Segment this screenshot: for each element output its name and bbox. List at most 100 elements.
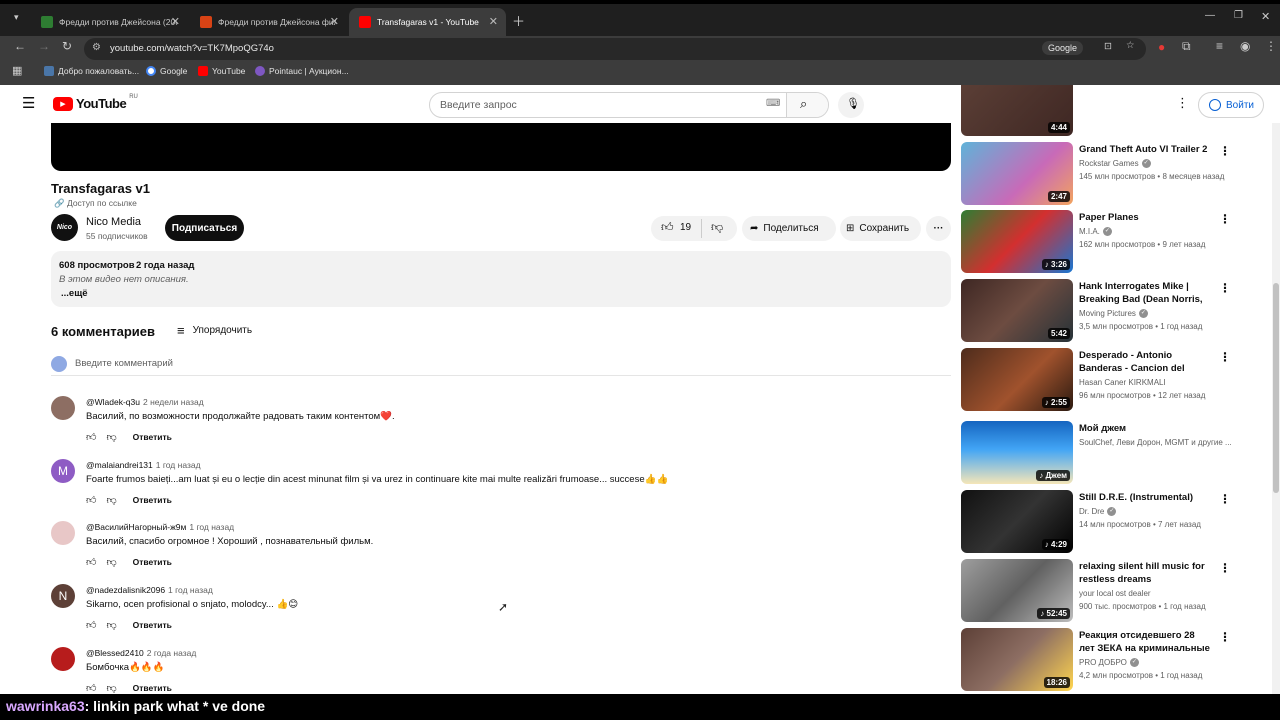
recommendation-item[interactable]: 18:26 Реакция отсидевшего 28 лет ЗЕКА на… [961, 628, 1241, 692]
recommendation-item[interactable]: ♪ 52:45 relaxing silent hill music for r… [961, 559, 1241, 623]
recommendation-item[interactable]: ♪ 3:26 Paper Planes M.I.A. ✓ 162 млн прос… [961, 210, 1241, 274]
close-tab-icon[interactable]: ✕ [489, 15, 498, 28]
more-vertical-icon[interactable]: ⋮ [1219, 281, 1231, 295]
more-vertical-icon[interactable]: ⋮ [1219, 492, 1231, 506]
comment-author[interactable]: @nadezdalisnik2096 [86, 585, 165, 595]
reply-button[interactable]: Ответить [133, 495, 172, 505]
apps-grid-icon[interactable]: ▦ [12, 64, 22, 77]
comment-author[interactable]: @malaiandrei131 [86, 460, 153, 470]
dislike-comment-icon[interactable]: 👎︎ [106, 556, 116, 568]
show-more-link[interactable]: ...ещё [61, 288, 88, 299]
site-info-icon[interactable]: ⚙ [92, 42, 101, 53]
add-comment-row[interactable]: Введите комментарий [51, 356, 951, 376]
address-bar[interactable]: ⚙ youtube.com/watch?v=TK7MpoQG74o Google… [84, 38, 1146, 60]
video-player[interactable] [51, 123, 951, 171]
close-tab-icon[interactable]: ✕ [330, 15, 339, 28]
recommendation-item[interactable]: ♪ 2:55 Desperado - Antonio Banderas - Ca… [961, 348, 1241, 412]
recommendation-item[interactable]: 5:42 Hank Interrogates Mike | Breaking B… [961, 279, 1241, 343]
comment-author[interactable]: @Blessed2410 [86, 648, 144, 658]
more-vertical-icon[interactable]: ⋮ [1219, 212, 1231, 226]
extension-record-icon[interactable]: ● [1158, 40, 1165, 54]
more-vertical-icon[interactable]: ⋮ [1219, 350, 1231, 364]
restore-icon[interactable]: ❐ [1234, 10, 1243, 21]
reply-button[interactable]: Ответить [133, 683, 172, 693]
more-vertical-icon[interactable]: ⋮ [1219, 144, 1231, 158]
comment-time[interactable]: 1 год назад [156, 460, 201, 470]
chrome-menu-icon[interactable]: ⋮ [1265, 39, 1277, 53]
more-actions-button[interactable]: ··· [926, 216, 951, 241]
description-box[interactable]: 608 просмотров 2 года назад В этом видео… [51, 251, 951, 307]
comment-author[interactable]: @ВасилийНагорный-ж9м [86, 522, 186, 532]
subscribe-button[interactable]: Подписаться [165, 215, 244, 241]
forward-icon[interactable]: → [38, 39, 50, 53]
channel-avatar[interactable]: Nico [51, 214, 78, 241]
channel-name[interactable]: Nico Media [86, 216, 141, 228]
extensions-puzzle-icon[interactable]: ⧉ [1182, 39, 1191, 54]
comment-time[interactable]: 1 год назад [189, 522, 234, 532]
bookmark-google[interactable]: Google [146, 66, 187, 76]
keyboard-icon[interactable]: ⌨ [766, 98, 780, 109]
signin-button[interactable]: Войти [1198, 92, 1264, 118]
voice-search-button[interactable]: 🎙 [838, 92, 864, 118]
save-button[interactable]: ⊞ Сохранить [840, 216, 921, 241]
settings-more-icon[interactable]: ⋮ [1176, 95, 1189, 111]
like-comment-icon[interactable]: 👍︎ [86, 619, 96, 631]
reply-button[interactable]: Ответить [133, 432, 172, 442]
tab-search-chevron-icon[interactable]: ▾ [14, 12, 19, 23]
recommendation-item[interactable]: ♪ 4:29 Still D.R.E. (Instrumental) Dr. D… [961, 490, 1241, 554]
profile-icon[interactable]: ◉ [1240, 39, 1250, 53]
close-window-icon[interactable]: ✕ [1261, 10, 1270, 23]
install-icon[interactable]: ⊡ [1104, 41, 1112, 52]
bookmark-youtube[interactable]: YouTube [198, 66, 245, 76]
comment-input[interactable]: Введите комментарий [75, 358, 173, 369]
browser-tab-1[interactable]: Фредди против Джейсона (2003) ✕ [31, 8, 188, 36]
recommendation-partial[interactable]: 4:44 [961, 85, 1241, 137]
browser-tab-2[interactable]: Фредди против Джейсона фильм ✕ [190, 8, 347, 36]
bookmark-vk[interactable]: Добро пожаловать... [44, 66, 139, 76]
comment-avatar[interactable] [51, 396, 75, 420]
reply-button[interactable]: Ответить [133, 557, 172, 567]
page-scrollbar[interactable] [1272, 123, 1280, 694]
youtube-logo[interactable]: ▶ YouTube RU [53, 94, 138, 111]
search-button[interactable]: ⌕ [786, 93, 828, 117]
like-button[interactable]: 👍︎ [661, 220, 674, 235]
dislike-button[interactable]: 👎︎ [711, 220, 723, 235]
dislike-comment-icon[interactable]: 👎︎ [106, 619, 116, 631]
reply-button[interactable]: Ответить [133, 620, 172, 630]
comment-time[interactable]: 1 год назад [168, 585, 213, 595]
hamburger-menu-icon[interactable]: ☰ [22, 94, 35, 112]
comment-avatar[interactable]: M [51, 459, 75, 483]
bookmark-star-icon[interactable]: ☆ [1126, 40, 1135, 51]
recommendation-item[interactable]: 2:47 Grand Theft Auto VI Trailer 2 Rocks… [961, 142, 1241, 206]
like-comment-icon[interactable]: 👍︎ [86, 682, 96, 694]
browser-tab-3-active[interactable]: Transfagaras v1 - YouTube ✕ [349, 8, 506, 36]
dislike-comment-icon[interactable]: 👎︎ [106, 494, 116, 506]
dislike-comment-icon[interactable]: 👎︎ [106, 682, 116, 694]
sort-comments-button[interactable]: ≡ Упорядочить [177, 323, 252, 338]
search-input[interactable]: Введите запрос [440, 99, 517, 111]
like-comment-icon[interactable]: 👍︎ [86, 556, 96, 568]
reload-icon[interactable]: ↻ [62, 39, 72, 53]
comment-time[interactable]: 2 недели назад [143, 397, 204, 407]
bookmark-pointauc[interactable]: Pointauc | Аукцион... [255, 66, 349, 76]
comment-avatar[interactable]: N [51, 584, 75, 608]
search-box[interactable]: Введите запрос ⌨ ⌕ [429, 92, 829, 118]
comment-avatar[interactable] [51, 647, 75, 671]
comment-avatar[interactable] [51, 521, 75, 545]
media-controls-icon[interactable]: ≡ [1216, 39, 1223, 53]
search-engine-badge[interactable]: Google [1042, 41, 1084, 55]
like-comment-icon[interactable]: 👍︎ [86, 494, 96, 506]
comment-author[interactable]: @Wladek-q3u [86, 397, 140, 407]
more-vertical-icon[interactable]: ⋮ [1219, 630, 1231, 644]
like-comment-icon[interactable]: 👍︎ [86, 431, 96, 443]
dislike-comment-icon[interactable]: 👎︎ [106, 431, 116, 443]
recommendation-mix[interactable]: ♪ Джем Мой джем SoulChef, Леви Дорон, MG… [961, 421, 1241, 485]
new-tab-icon[interactable]: ＋ [512, 11, 525, 30]
scrollbar-thumb[interactable] [1273, 283, 1279, 493]
comment-time[interactable]: 2 года назад [147, 648, 197, 658]
close-tab-icon[interactable]: ✕ [171, 15, 180, 28]
share-button[interactable]: ➦ Поделиться [742, 216, 836, 241]
more-vertical-icon[interactable]: ⋮ [1219, 561, 1231, 575]
minimize-icon[interactable]: — [1205, 10, 1215, 21]
back-icon[interactable]: ← [14, 39, 26, 53]
